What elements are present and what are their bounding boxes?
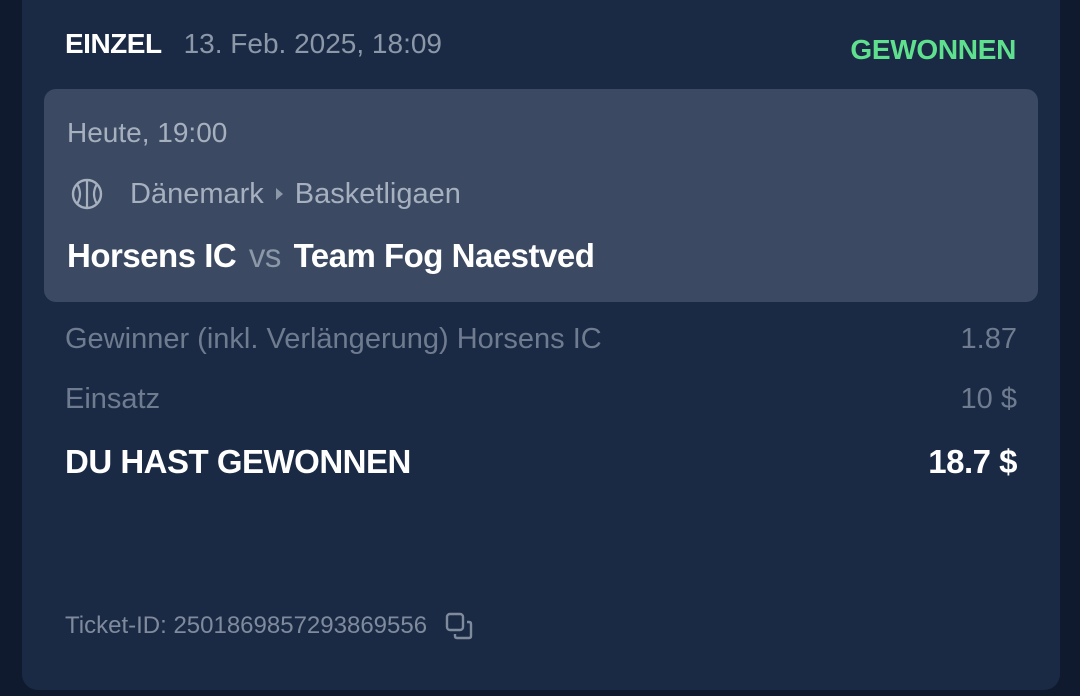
winnings-value: 18.7 $ <box>928 443 1017 480</box>
odds-value: 1.87 <box>960 323 1017 355</box>
status-badge: GEWONNEN <box>850 34 1016 65</box>
country-label: Dänemark <box>130 177 264 210</box>
bet-header: EINZEL 13. Feb. 2025, 18:09 GEWONNEN <box>65 24 1016 65</box>
match-teams: Horsens IC vs Team Fog Naestved <box>67 237 595 275</box>
basketball-icon <box>71 178 103 210</box>
ticket-id-row: Ticket-ID: 2501869857293869556 <box>65 610 475 642</box>
chevron-right-icon <box>275 188 283 200</box>
stake-value: 10 $ <box>960 383 1017 415</box>
market-row: Gewinner (inkl. Verlängerung) Horsens IC… <box>65 323 1017 356</box>
copy-icon[interactable] <box>443 610 475 642</box>
event-time: Heute, 19:00 <box>67 117 228 148</box>
league-breadcrumb: Dänemark Basketligaen <box>70 177 461 211</box>
bet-card: EINZEL 13. Feb. 2025, 18:09 GEWONNEN Heu… <box>22 0 1060 690</box>
market-label: Gewinner (inkl. Verlängerung) Horsens IC <box>65 323 602 355</box>
winnings-label: DU HAST GEWONNEN <box>65 443 411 480</box>
bet-date: 13. Feb. 2025, 18:09 <box>183 28 442 59</box>
away-team: Team Fog Naestved <box>293 237 595 274</box>
winnings-row: DU HAST GEWONNEN 18.7 $ <box>65 443 1017 481</box>
ticket-id: Ticket-ID: 2501869857293869556 <box>65 612 428 639</box>
home-team: Horsens IC <box>67 237 237 274</box>
bet-type: EINZEL <box>65 28 162 59</box>
league-label: Basketligaen <box>294 177 461 210</box>
stake-label: Einsatz <box>65 383 161 415</box>
event-box[interactable]: Heute, 19:00 Dänemark Basketligaen Horse… <box>44 89 1038 302</box>
vs-label: vs <box>248 237 282 274</box>
stake-row: Einsatz 10 $ <box>65 383 1017 416</box>
